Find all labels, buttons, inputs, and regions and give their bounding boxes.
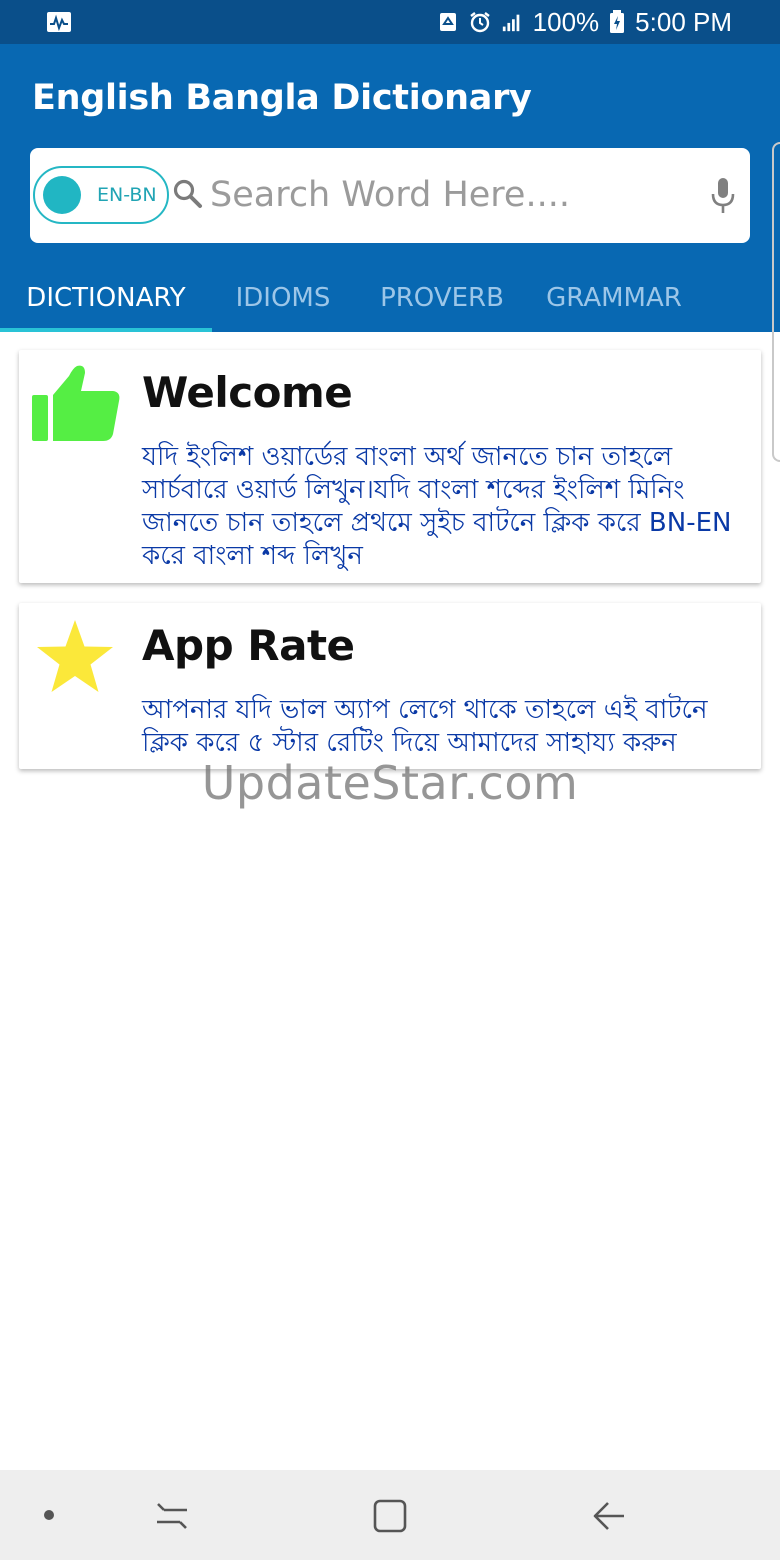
dot-indicator-icon [44,1510,54,1520]
back-arrow-icon[interactable] [592,1500,626,1532]
tab-bar: DICTIONARY IDIOMS PROVERB GRAMMAR [0,264,780,332]
recent-apps-icon[interactable] [155,1500,189,1532]
app-header: English Bangla Dictionary EN-BN DICTIONA… [0,44,780,332]
watermark: UpdateStar.com [201,756,579,810]
card-title: Welcome [142,368,353,417]
alarm-icon [469,12,490,33]
signal-strength-icon [502,14,520,32]
star-icon [37,620,113,692]
tab-grammar[interactable]: GRAMMAR [530,264,698,332]
app-title: English Bangla Dictionary [32,78,532,118]
battery-charging-icon [610,10,625,33]
search-input[interactable] [210,168,690,222]
tab-proverb[interactable]: PROVERB [354,264,530,332]
search-box: EN-BN [30,148,750,243]
toggle-label: EN-BN [97,184,157,206]
language-toggle-switch[interactable]: EN-BN [33,166,169,224]
thumbs-up-icon [32,365,120,441]
search-icon [173,179,202,208]
status-bar: 100% 5:00 PM [0,0,780,44]
home-icon[interactable] [373,1499,407,1533]
card-description: আপনার যদি ভাল অ্যাপ লেগে থাকে তাহলে এই ব… [142,695,708,758]
toggle-knob [43,176,81,214]
edge-panel-handle[interactable] [772,142,780,462]
welcome-card[interactable]: Welcome যদি ইংলিশ ওয়ার্ডের বাংলা অর্থ জ… [19,350,761,583]
recycle-notification-icon [439,13,456,31]
activity-monitor-icon [47,12,71,32]
card-title: App Rate [142,621,355,670]
battery-percentage: 100% [532,6,600,37]
microphone-icon[interactable] [710,176,736,216]
navigation-bar [0,1470,780,1560]
tab-dictionary[interactable]: DICTIONARY [0,264,212,332]
tab-idioms[interactable]: IDIOMS [212,264,354,332]
status-time: 5:00 PM [635,6,732,37]
app-rate-card[interactable]: App Rate আপনার যদি ভাল অ্যাপ লেগে থাকে ত… [19,603,761,769]
card-description: যদি ইংলিশ ওয়ার্ডের বাংলা অর্থ জানতে চান… [142,442,732,571]
